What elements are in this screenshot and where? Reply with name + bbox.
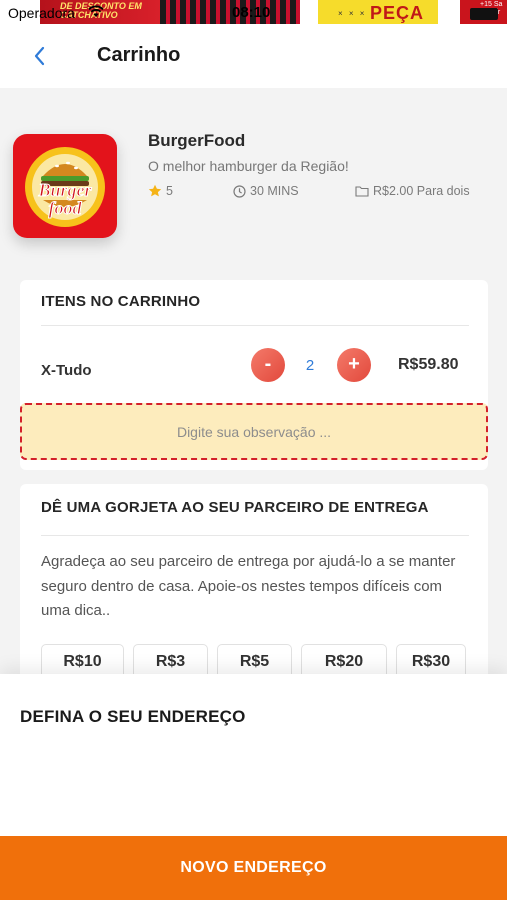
address-sheet-title: DEFINA O SEU ENDEREÇO bbox=[20, 707, 246, 726]
clock-icon bbox=[233, 184, 246, 198]
tip-card: DÊ UMA GORJETA AO SEU PARCEIRO DE ENTREG… bbox=[20, 484, 488, 704]
tip-description: Agradeça ao seu parceiro de entrega por … bbox=[41, 553, 456, 619]
rating-value: 5 bbox=[166, 184, 173, 198]
back-button[interactable] bbox=[28, 42, 54, 72]
ad-banner: × × × PEÇA O bbox=[318, 0, 438, 26]
star-icon bbox=[148, 184, 162, 197]
restaurant-rating: 5 bbox=[148, 184, 173, 198]
cart-card: ITENS NO CARRINHO X-Tudo - 2 + R$59.80 bbox=[20, 280, 488, 470]
app-header: Carrinho bbox=[0, 26, 507, 88]
price-for-two: R$2.00 Para dois bbox=[355, 184, 470, 198]
logo-text: food bbox=[49, 198, 83, 218]
address-bottom-sheet: DEFINA O SEU ENDEREÇO NOVO ENDEREÇO bbox=[0, 674, 507, 900]
new-address-button[interactable]: NOVO ENDEREÇO bbox=[0, 836, 507, 900]
ad-banner-text: DE DESCONTO EM CATCHATIVO bbox=[60, 1, 142, 20]
ad-banner bbox=[160, 0, 300, 24]
folder-icon bbox=[355, 186, 369, 197]
cart-item-name: X-Tudo bbox=[41, 362, 92, 379]
divider bbox=[41, 535, 469, 536]
restaurant-description: O melhor hamburger da Região! bbox=[148, 158, 349, 174]
observation-input[interactable] bbox=[20, 403, 488, 460]
tip-section-title: DÊ UMA GORJETA AO SEU PARCEIRO DE ENTREG… bbox=[41, 499, 429, 516]
delivery-time: 30 MINS bbox=[233, 184, 299, 198]
clock-time: 08:10 bbox=[232, 4, 271, 21]
chevron-left-icon bbox=[34, 46, 45, 66]
decrease-quantity-button[interactable]: - bbox=[251, 348, 285, 382]
restaurant-name: BurgerFood bbox=[148, 131, 246, 150]
carrier-label: Operadora bbox=[8, 5, 75, 21]
ad-banner-text: PEÇA O bbox=[370, 3, 424, 26]
status-bar: DE DESCONTO EM CATCHATIVO × × × PEÇA O +… bbox=[0, 0, 507, 26]
logo-text: Burger bbox=[37, 180, 92, 200]
delivery-time-value: 30 MINS bbox=[250, 184, 299, 198]
battery-icon bbox=[470, 8, 498, 20]
wifi-icon bbox=[88, 5, 104, 23]
restaurant-logo: Burger food bbox=[13, 134, 117, 238]
item-quantity: 2 bbox=[305, 357, 315, 374]
price-for-two-value: R$2.00 Para dois bbox=[373, 184, 470, 198]
increase-quantity-button[interactable]: + bbox=[337, 348, 371, 382]
page-title: Carrinho bbox=[97, 44, 181, 66]
cart-section-title: ITENS NO CARRINHO bbox=[41, 293, 201, 310]
cart-item-price: R$59.80 bbox=[398, 356, 459, 373]
divider bbox=[41, 325, 469, 326]
ad-banner-dots: × × × bbox=[338, 9, 367, 18]
